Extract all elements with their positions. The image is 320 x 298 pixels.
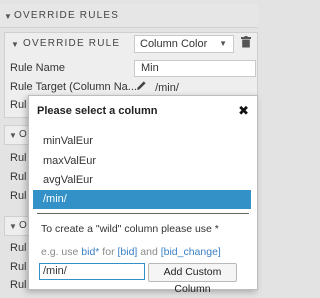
column-option-selected[interactable]: /min/ xyxy=(33,190,251,209)
pencil-icon[interactable] xyxy=(136,80,148,94)
custom-column-value: /min/ xyxy=(43,265,67,277)
rule-target-value: /min/ xyxy=(155,82,179,94)
custom-column-input[interactable]: /min/ xyxy=(39,263,145,280)
rule-name-value: Min xyxy=(141,62,159,74)
caret-down-icon: ▼ xyxy=(4,12,14,21)
divider xyxy=(37,213,249,214)
example-bid: [bid] xyxy=(117,246,138,258)
rule-target-label: Rule Target (Column Na... xyxy=(10,81,137,93)
trash-icon[interactable] xyxy=(241,36,251,48)
example-bid-change: [bid_change] xyxy=(160,246,221,258)
rule-row-label: Rul xyxy=(10,190,27,202)
rule-row-label: Rul xyxy=(10,242,27,254)
rule-row-label: Rul xyxy=(10,99,27,111)
wild-hint: To create a "wild" column please use * xyxy=(41,223,219,235)
caret-down-icon: ▼ xyxy=(9,222,17,231)
column-option[interactable]: minValEur xyxy=(33,132,251,151)
rule-row-label: Rul xyxy=(10,261,27,273)
override-rule-title: OVERRIDE RULE xyxy=(23,38,121,49)
example-text: for xyxy=(99,246,118,258)
rule-row-label: Rul xyxy=(10,279,27,291)
column-option[interactable]: maxValEur xyxy=(33,152,251,171)
rule-target-field[interactable]: /min/ xyxy=(134,79,256,96)
override-group-title: O xyxy=(19,129,27,140)
select-column-dialog: Please select a column ✖ minValEur maxVa… xyxy=(28,95,258,295)
caret-down-icon: ▼ xyxy=(9,131,17,140)
rule-type-value: Column Color xyxy=(140,38,208,50)
rule-name-input[interactable]: Min xyxy=(134,60,256,77)
example-text: e.g. use xyxy=(41,246,82,258)
add-custom-column-button[interactable]: Add Custom Column xyxy=(148,263,237,295)
example-text: and xyxy=(137,246,161,258)
column-option[interactable]: avgValEur xyxy=(33,171,251,190)
override-rules-header[interactable]: ▼ OVERRIDE RULES xyxy=(0,4,258,28)
rule-name-label: Rule Name xyxy=(10,62,66,74)
override-group-title: O xyxy=(19,220,27,231)
rule-row-label: Rul xyxy=(10,152,27,164)
caret-down-icon[interactable]: ▼ xyxy=(11,40,19,49)
rule-row-label: Rul xyxy=(10,171,27,183)
rule-type-select[interactable]: Column Color ▼ xyxy=(134,35,234,53)
chevron-down-icon: ▼ xyxy=(219,39,227,48)
close-icon[interactable]: ✖ xyxy=(238,103,249,119)
wild-example: e.g. use bid* for [bid] and [bid_change] xyxy=(41,246,221,258)
dialog-title: Please select a column xyxy=(37,105,158,117)
example-wild: bid* xyxy=(81,246,100,258)
override-rules-title: OVERRIDE RULES xyxy=(14,10,120,21)
